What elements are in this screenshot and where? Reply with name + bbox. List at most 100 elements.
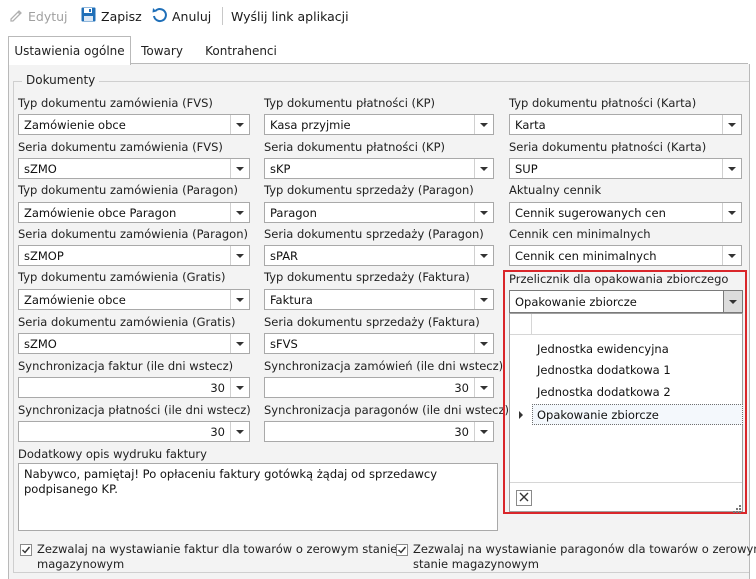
- dropdown-option-selected[interactable]: Opakowanie zbiorcze: [532, 404, 743, 425]
- chevron-down-icon[interactable]: [474, 159, 493, 178]
- field-label: Cennik cen minimalnych: [509, 227, 651, 241]
- chevron-down-icon[interactable]: [474, 246, 493, 265]
- save-button-label: Zapisz: [101, 8, 142, 24]
- chevron-down-icon[interactable]: [230, 115, 249, 134]
- spin-value: 30: [210, 381, 225, 395]
- edit-button-label: Edytuj: [28, 8, 68, 24]
- chevron-down-icon[interactable]: [722, 115, 741, 134]
- combo-value: Zamówienie obce Paragon: [24, 206, 177, 220]
- chevron-down-icon[interactable]: [722, 159, 741, 178]
- resize-grip-icon[interactable]: [732, 502, 741, 516]
- payment-doc-series-kp-combo[interactable]: sKP: [264, 158, 494, 179]
- combo-value: Karta: [515, 118, 546, 132]
- chevron-down-icon[interactable]: [474, 115, 493, 134]
- field-label: Seria dokumentu zamówienia (Gratis): [18, 315, 236, 329]
- dropdown-footer: [510, 482, 742, 512]
- field-label: Typ dokumentu płatności (KP): [264, 96, 436, 110]
- tab-products[interactable]: Towary: [132, 39, 192, 63]
- chevron-down-icon[interactable]: [230, 159, 249, 178]
- combo-value: Kasa przyjmie: [270, 118, 351, 132]
- field-label: Seria dokumentu sprzedaży (Paragon): [264, 227, 484, 241]
- combo-value: sZMO: [24, 162, 57, 176]
- tab-label: Kontrahenci: [205, 44, 277, 58]
- pencil-icon: [8, 7, 24, 26]
- tab-general-settings[interactable]: Ustawienia ogólne: [8, 36, 131, 65]
- sync-orders-days-input[interactable]: 30: [264, 377, 494, 398]
- checkbox-label-line: magazynowym: [37, 557, 125, 571]
- checkbox-label[interactable]: Zezwalaj na wystawianie paragonów dla to…: [413, 542, 756, 572]
- chevron-down-icon[interactable]: [474, 378, 493, 397]
- field-label: Typ dokumentu sprzedaży (Faktura): [264, 270, 470, 284]
- field-label: Typ dokumentu sprzedaży (Paragon): [264, 183, 474, 197]
- combo-value: sKP: [270, 162, 291, 176]
- combo-value: sFVS: [270, 337, 298, 351]
- sales-doc-type-receipt-combo[interactable]: Paragon: [264, 202, 494, 223]
- sales-doc-type-invoice-combo[interactable]: Faktura: [264, 289, 494, 310]
- chevron-down-icon[interactable]: [230, 203, 249, 222]
- chevron-down-icon[interactable]: [474, 290, 493, 309]
- row-indicator-icon: [519, 411, 523, 419]
- textarea-line: Nabywco, pamiętaj! Po opłaceniu faktury …: [24, 467, 438, 481]
- chevron-down-icon[interactable]: [230, 378, 249, 397]
- invoice-print-description-textarea[interactable]: Nabywco, pamiętaj! Po opłaceniu faktury …: [18, 463, 498, 531]
- combo-value: Cennik cen minimalnych: [515, 249, 657, 263]
- checkbox-label[interactable]: Zezwalaj na wystawianie faktur dla towar…: [37, 542, 397, 572]
- dropdown-header-divider: [531, 314, 532, 334]
- chevron-down-icon[interactable]: [230, 422, 249, 441]
- dropdown-option[interactable]: Jednostka dodatkowa 2: [537, 385, 671, 399]
- cancel-button[interactable]: Anuluj: [151, 6, 211, 26]
- payment-doc-series-card-combo[interactable]: SUP: [509, 158, 742, 179]
- combo-value: Opakowanie zbiorcze: [515, 295, 637, 309]
- chevron-down-icon[interactable]: [230, 246, 249, 265]
- dropdown-option[interactable]: Jednostka dodatkowa 1: [537, 363, 671, 377]
- chevron-down-icon[interactable]: [474, 422, 493, 441]
- toolbar: Edytuj Zapisz Anuluj Wyślij link aplikac…: [0, 0, 756, 32]
- order-doc-series-fvs-combo[interactable]: sZMO: [18, 158, 250, 179]
- save-button[interactable]: Zapisz: [80, 6, 142, 26]
- spin-value: 30: [210, 425, 225, 439]
- sync-receipts-days-input[interactable]: 30: [264, 421, 494, 442]
- sync-payments-days-input[interactable]: 30: [18, 421, 250, 442]
- sync-invoices-days-input[interactable]: 30: [18, 377, 250, 398]
- chevron-down-icon[interactable]: [474, 203, 493, 222]
- payment-doc-type-card-combo[interactable]: Karta: [509, 114, 742, 135]
- clear-button[interactable]: [516, 490, 532, 506]
- chevron-down-icon[interactable]: [230, 334, 249, 353]
- order-doc-series-gratis-combo[interactable]: sZMO: [18, 333, 250, 354]
- field-label: Synchronizacja paragonów (ile dni wstecz…: [264, 403, 510, 417]
- combo-value: Cennik sugerowanych cen: [515, 206, 666, 220]
- combo-value: SUP: [515, 162, 538, 176]
- cancel-button-label: Anuluj: [172, 8, 212, 24]
- chevron-down-icon[interactable]: [722, 246, 741, 265]
- tab-label: Towary: [141, 44, 183, 58]
- chevron-down-icon[interactable]: [230, 290, 249, 309]
- dropdown-option-label: Opakowanie zbiorcze: [537, 408, 659, 422]
- packaging-converter-combo[interactable]: Opakowanie zbiorcze: [509, 290, 743, 313]
- current-price-list-combo[interactable]: Cennik sugerowanych cen: [509, 202, 742, 223]
- allow-receipts-zero-stock-checkbox[interactable]: [396, 544, 408, 556]
- order-doc-type-gratis-combo[interactable]: Zamówienie obce: [18, 289, 250, 310]
- checkbox-label-line: Zezwalaj na wystawianie paragonów dla to…: [413, 542, 756, 556]
- dropdown-option[interactable]: Jednostka ewidencyjna: [537, 342, 669, 356]
- order-doc-series-receipt-combo[interactable]: sZMOP: [18, 245, 250, 266]
- allow-invoices-zero-stock-checkbox[interactable]: [20, 544, 32, 556]
- chevron-down-icon[interactable]: [474, 334, 493, 353]
- edit-button[interactable]: Edytuj: [8, 6, 68, 26]
- sales-doc-series-receipt-combo[interactable]: sPAR: [264, 245, 494, 266]
- field-label: Przelicznik dla opakowania zbiorczego: [509, 272, 729, 286]
- sales-doc-series-invoice-combo[interactable]: sFVS: [264, 333, 494, 354]
- floppy-disk-icon: [80, 6, 97, 26]
- order-doc-type-receipt-combo[interactable]: Zamówienie obce Paragon: [18, 202, 250, 223]
- chevron-down-icon[interactable]: [723, 291, 742, 312]
- payment-doc-type-kp-combo[interactable]: Kasa przyjmie: [264, 114, 494, 135]
- send-app-link-button[interactable]: Wyślij link aplikacji: [231, 6, 349, 26]
- tab-contractors[interactable]: Kontrahenci: [196, 39, 286, 63]
- checkbox-label-line: Zezwalaj na wystawianie faktur dla towar…: [37, 542, 398, 556]
- field-label: Typ dokumentu zamówienia (FVS): [18, 96, 213, 110]
- field-label: Synchronizacja płatności (ile dni wstecz…: [18, 403, 251, 417]
- chevron-down-icon[interactable]: [722, 203, 741, 222]
- send-app-link-label: Wyślij link aplikacji: [231, 8, 349, 24]
- order-doc-type-fvs-combo[interactable]: Zamówienie obce: [18, 114, 250, 135]
- undo-arrow-icon: [151, 6, 168, 26]
- min-price-list-combo[interactable]: Cennik cen minimalnych: [509, 245, 742, 266]
